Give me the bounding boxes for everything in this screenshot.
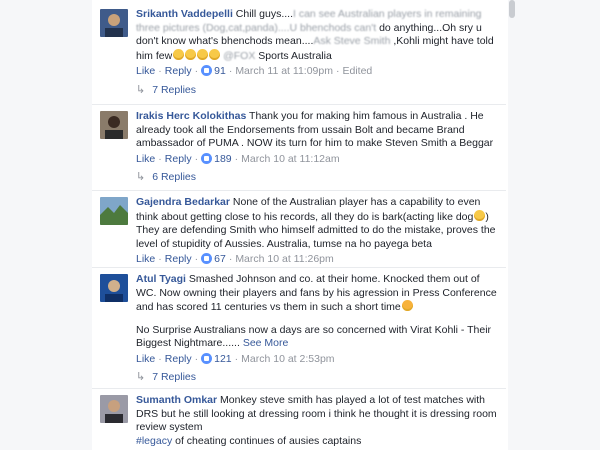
view-replies-link[interactable]: ↳ 7 Replies (136, 84, 500, 98)
reply-arrow-icon: ↳ (136, 83, 146, 96)
comment-timestamp[interactable]: March 10 at 11:12am (241, 153, 339, 165)
avatar[interactable] (100, 111, 128, 139)
comment-actions: Like · Reply · 67 · March 10 at 11:26pm (136, 253, 334, 265)
edited-label[interactable]: Edited (342, 65, 372, 77)
like-count[interactable]: 189 (214, 153, 232, 165)
like-count-icon (201, 352, 213, 364)
comment-divider (92, 267, 506, 268)
comment-timestamp[interactable]: March 10 at 2:53pm (241, 353, 334, 365)
like-link[interactable]: Like (136, 65, 155, 77)
reply-link[interactable]: Reply (165, 353, 192, 365)
laughing-emoji-icon (209, 48, 221, 60)
comment-actions: Like · Reply · 121 · March 10 at 2:53pm (136, 352, 335, 365)
avatar[interactable] (100, 274, 128, 302)
reply-link[interactable]: Reply (165, 65, 192, 77)
like-count[interactable]: 91 (214, 65, 226, 77)
laughing-emoji-icon (474, 209, 486, 221)
view-replies-link[interactable]: ↳ 7 Replies (136, 371, 500, 385)
comment-text: Sumanth Omkar Monkey steve smith has pla… (136, 394, 497, 447)
laughing-emoji-icon (197, 48, 209, 60)
comment-text: Gajendra Bedarkar None of the Australian… (136, 196, 496, 250)
view-replies-link[interactable]: ↳ 6 Replies (136, 171, 500, 185)
like-link[interactable]: Like (136, 153, 155, 165)
hashtag-link[interactable]: #legacy (136, 435, 172, 447)
avatar[interactable] (100, 9, 128, 37)
reply-arrow-icon: ↳ (136, 371, 146, 383)
see-more-link[interactable]: See More (243, 337, 289, 349)
heart-eyes-emoji-icon (401, 300, 413, 311)
comment-author[interactable]: Sumanth Omkar (136, 394, 217, 406)
reply-arrow-icon: ↳ (136, 171, 146, 183)
page-margin-right (508, 0, 600, 450)
reply-link[interactable]: Reply (165, 253, 192, 265)
comment-author[interactable]: Gajendra Bedarkar (136, 196, 230, 208)
reply-link[interactable]: Reply (165, 153, 192, 165)
comment-divider (92, 388, 506, 389)
like-link[interactable]: Like (136, 353, 155, 365)
comment-divider (92, 104, 506, 105)
comment-text: Srikanth Vaddepelli Chill guys....I can … (136, 8, 494, 62)
like-count[interactable]: 67 (214, 253, 226, 265)
scrollbar-thumb[interactable] (509, 0, 515, 18)
like-count-icon (201, 152, 213, 164)
comment-actions: Like · Reply · 91 · March 11 at 11:09pm · Edited (136, 65, 373, 77)
comment-author[interactable]: Srikanth Vaddepelli (136, 8, 233, 20)
comment-timestamp[interactable]: March 10 at 11:26pm (235, 253, 333, 265)
like-count-icon (201, 65, 213, 76)
comment-author[interactable]: Atul Tyagi (136, 273, 186, 285)
comment-timestamp[interactable]: March 11 at 11:09pm (235, 65, 333, 77)
comment-actions: Like · Reply · 189 · March 10 at 11:12am (136, 152, 340, 165)
like-count-icon (201, 253, 213, 264)
laughing-emoji-icon (185, 48, 197, 60)
avatar[interactable] (100, 197, 128, 225)
page-margin-left (0, 0, 92, 450)
comment-author[interactable]: Irakis Herc Kolokithas (136, 110, 246, 122)
comment-text: Irakis Herc Kolokithas Thank you for mak… (136, 110, 494, 149)
comment-text: Atul Tyagi Smashed Johnson and co. at th… (136, 273, 497, 349)
like-link[interactable]: Like (136, 253, 155, 265)
comments-feed: Srikanth Vaddepelli Chill guys....I can … (92, 0, 506, 450)
comment-divider (92, 190, 506, 191)
avatar[interactable] (100, 395, 128, 423)
laughing-emoji-icon (173, 48, 185, 60)
like-count[interactable]: 121 (214, 353, 232, 365)
